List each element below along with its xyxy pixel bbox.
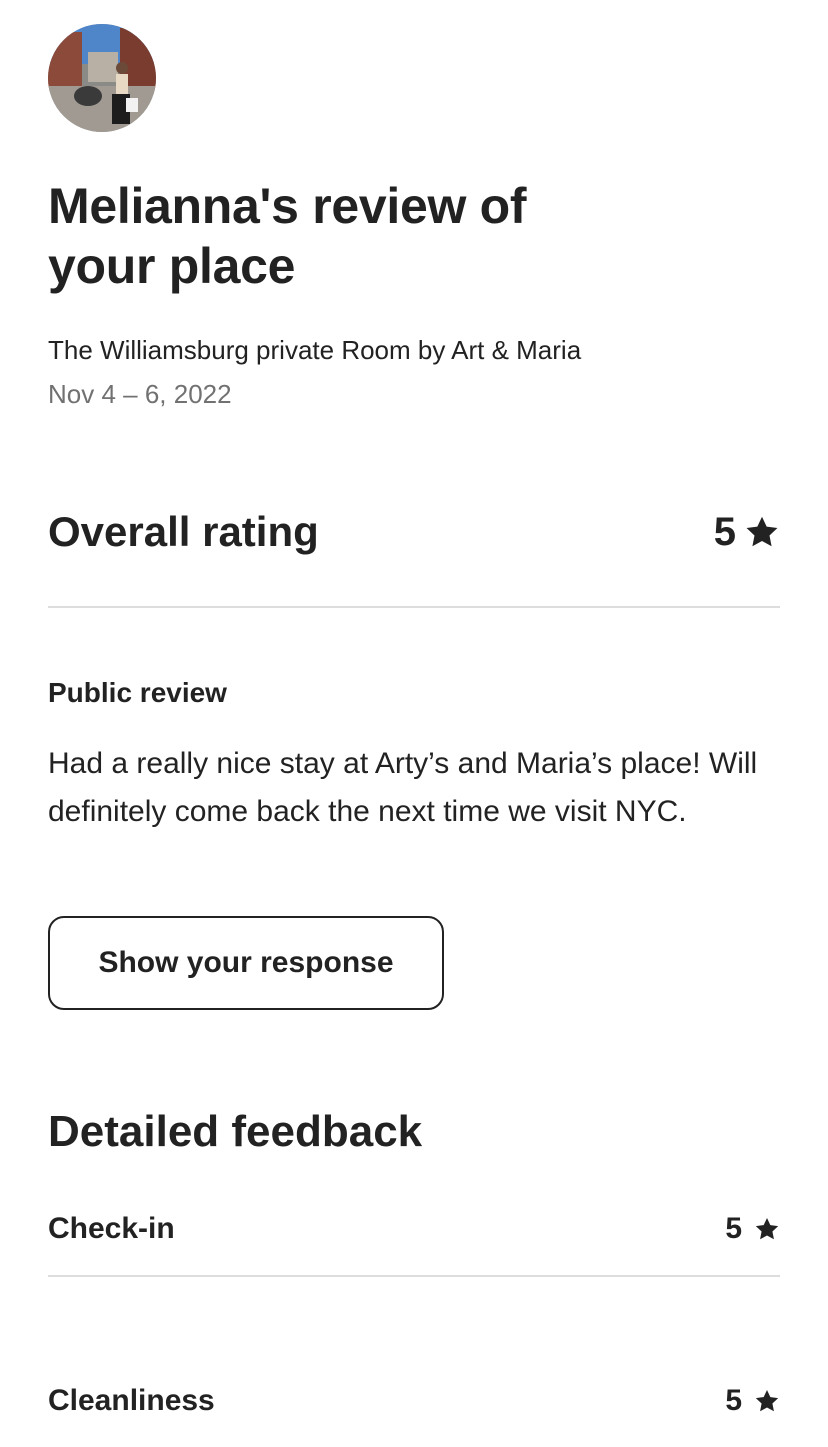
public-review-text: Had a really nice stay at Arty’s and Mar… bbox=[48, 747, 758, 828]
page-title: Melianna's review of your place bbox=[48, 178, 527, 294]
feedback-value: 5 bbox=[725, 1212, 742, 1245]
overall-rating-row: Overall rating 5 bbox=[48, 502, 780, 562]
feedback-score: 5 bbox=[725, 1384, 780, 1418]
avatar-photo bbox=[48, 24, 156, 132]
overall-rating-label: Overall rating bbox=[48, 508, 319, 555]
show-response-button[interactable]: Show your response bbox=[48, 916, 444, 1010]
feedback-value: 5 bbox=[725, 1384, 742, 1417]
feedback-label: Cleanliness bbox=[48, 1384, 215, 1417]
public-review-label: Public review bbox=[48, 677, 227, 708]
feedback-label: Check-in bbox=[48, 1212, 175, 1245]
review-page: Melianna's review of your place The Will… bbox=[48, 0, 780, 1447]
divider bbox=[48, 606, 780, 608]
star-icon bbox=[755, 1217, 779, 1240]
detailed-feedback-title: Detailed feedback bbox=[48, 1107, 423, 1156]
feedback-row-cleanliness: Cleanliness 5 bbox=[48, 1376, 780, 1426]
star-icon bbox=[755, 1389, 779, 1412]
feedback-score: 5 bbox=[725, 1212, 780, 1246]
divider bbox=[48, 1275, 780, 1277]
star-icon bbox=[746, 516, 778, 547]
overall-rating-value: 5 bbox=[713, 509, 736, 554]
avatar[interactable] bbox=[48, 24, 156, 132]
overall-rating-score: 5 bbox=[714, 510, 780, 555]
listing-name: The Williamsburg private Room by Art & M… bbox=[48, 335, 582, 365]
feedback-row-check-in: Check-in 5 bbox=[48, 1204, 780, 1254]
stay-dates: Nov 4 – 6, 2022 bbox=[48, 379, 232, 409]
